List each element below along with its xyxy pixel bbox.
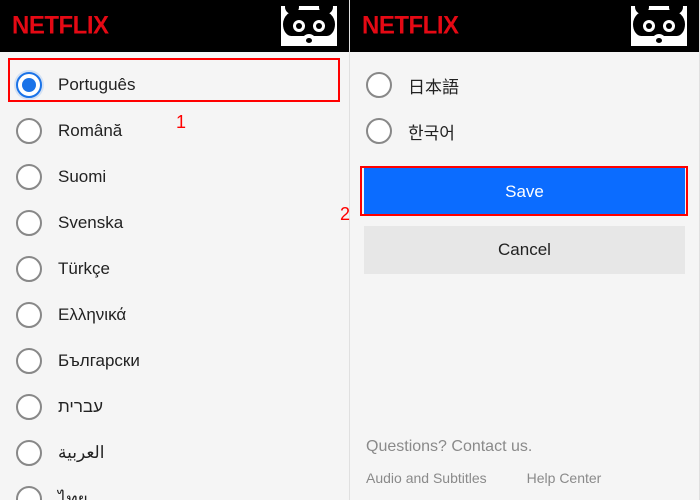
radio-icon xyxy=(16,256,42,282)
language-option[interactable]: Svenska xyxy=(6,200,349,246)
radio-icon xyxy=(16,486,42,500)
language-label: Svenska xyxy=(58,213,123,233)
radio-icon xyxy=(16,302,42,328)
save-button-label: Save xyxy=(505,182,544,202)
radio-icon xyxy=(16,394,42,420)
language-option[interactable]: Suomi xyxy=(6,154,349,200)
app-header: NETFLIX xyxy=(350,0,699,52)
language-option[interactable]: Português xyxy=(6,62,349,108)
language-label: Română xyxy=(58,121,122,141)
cancel-button-label: Cancel xyxy=(498,240,551,260)
language-option[interactable]: ไทย xyxy=(6,476,349,500)
language-label: Ελληνικά xyxy=(58,305,126,325)
panel-left: NETFLIX Português Română Suomi Svenska Türkç… xyxy=(0,0,350,500)
radio-icon xyxy=(16,210,42,236)
footer: Questions? Contact us. Audio and Subtitl… xyxy=(350,420,699,500)
netflix-logo: NETFLIX xyxy=(12,11,109,40)
language-option[interactable]: 日本語 xyxy=(356,62,699,108)
profile-avatar[interactable] xyxy=(631,6,687,46)
radio-icon xyxy=(16,348,42,374)
language-option[interactable]: Български xyxy=(6,338,349,384)
save-button[interactable]: Save xyxy=(364,168,685,216)
language-label: Português xyxy=(58,75,136,95)
profile-avatar[interactable] xyxy=(281,6,337,46)
footer-link-audio[interactable]: Audio and Subtitles xyxy=(366,470,487,486)
language-label: עברית xyxy=(58,397,103,417)
language-label: Български xyxy=(58,351,140,371)
footer-link-help[interactable]: Help Center xyxy=(527,470,602,486)
language-option[interactable]: العربية xyxy=(6,430,349,476)
language-label: Türkçe xyxy=(58,259,110,279)
annotation-step-1: 1 xyxy=(176,112,186,133)
app-header: NETFLIX xyxy=(0,0,349,52)
language-list: 日本語 한국어 xyxy=(350,52,699,154)
footer-contact[interactable]: Questions? Contact us. xyxy=(366,438,683,456)
panel-right: NETFLIX 日本語 한국어 Save Cancel Questions? Co… xyxy=(350,0,700,500)
footer-links: Audio and Subtitles Help Center xyxy=(366,470,683,486)
annotation-step-2: 2 xyxy=(340,204,350,225)
radio-icon xyxy=(16,118,42,144)
language-label: ไทย xyxy=(58,486,88,500)
radio-icon xyxy=(366,72,392,98)
language-label: Suomi xyxy=(58,167,106,187)
cancel-button[interactable]: Cancel xyxy=(364,226,685,274)
radio-icon xyxy=(16,72,42,98)
language-label: العربية xyxy=(58,443,104,463)
radio-icon xyxy=(366,118,392,144)
language-option[interactable]: Türkçe xyxy=(6,246,349,292)
language-list: Português Română Suomi Svenska Türkçe Ελληνικ… xyxy=(0,52,349,500)
language-option[interactable]: עברית xyxy=(6,384,349,430)
radio-icon xyxy=(16,164,42,190)
language-option[interactable]: Ελληνικά xyxy=(6,292,349,338)
language-label: 한국어 xyxy=(408,119,455,144)
netflix-logo: NETFLIX xyxy=(362,11,459,40)
language-label: 日本語 xyxy=(408,73,459,98)
language-option[interactable]: 한국어 xyxy=(356,108,699,154)
radio-icon xyxy=(16,440,42,466)
